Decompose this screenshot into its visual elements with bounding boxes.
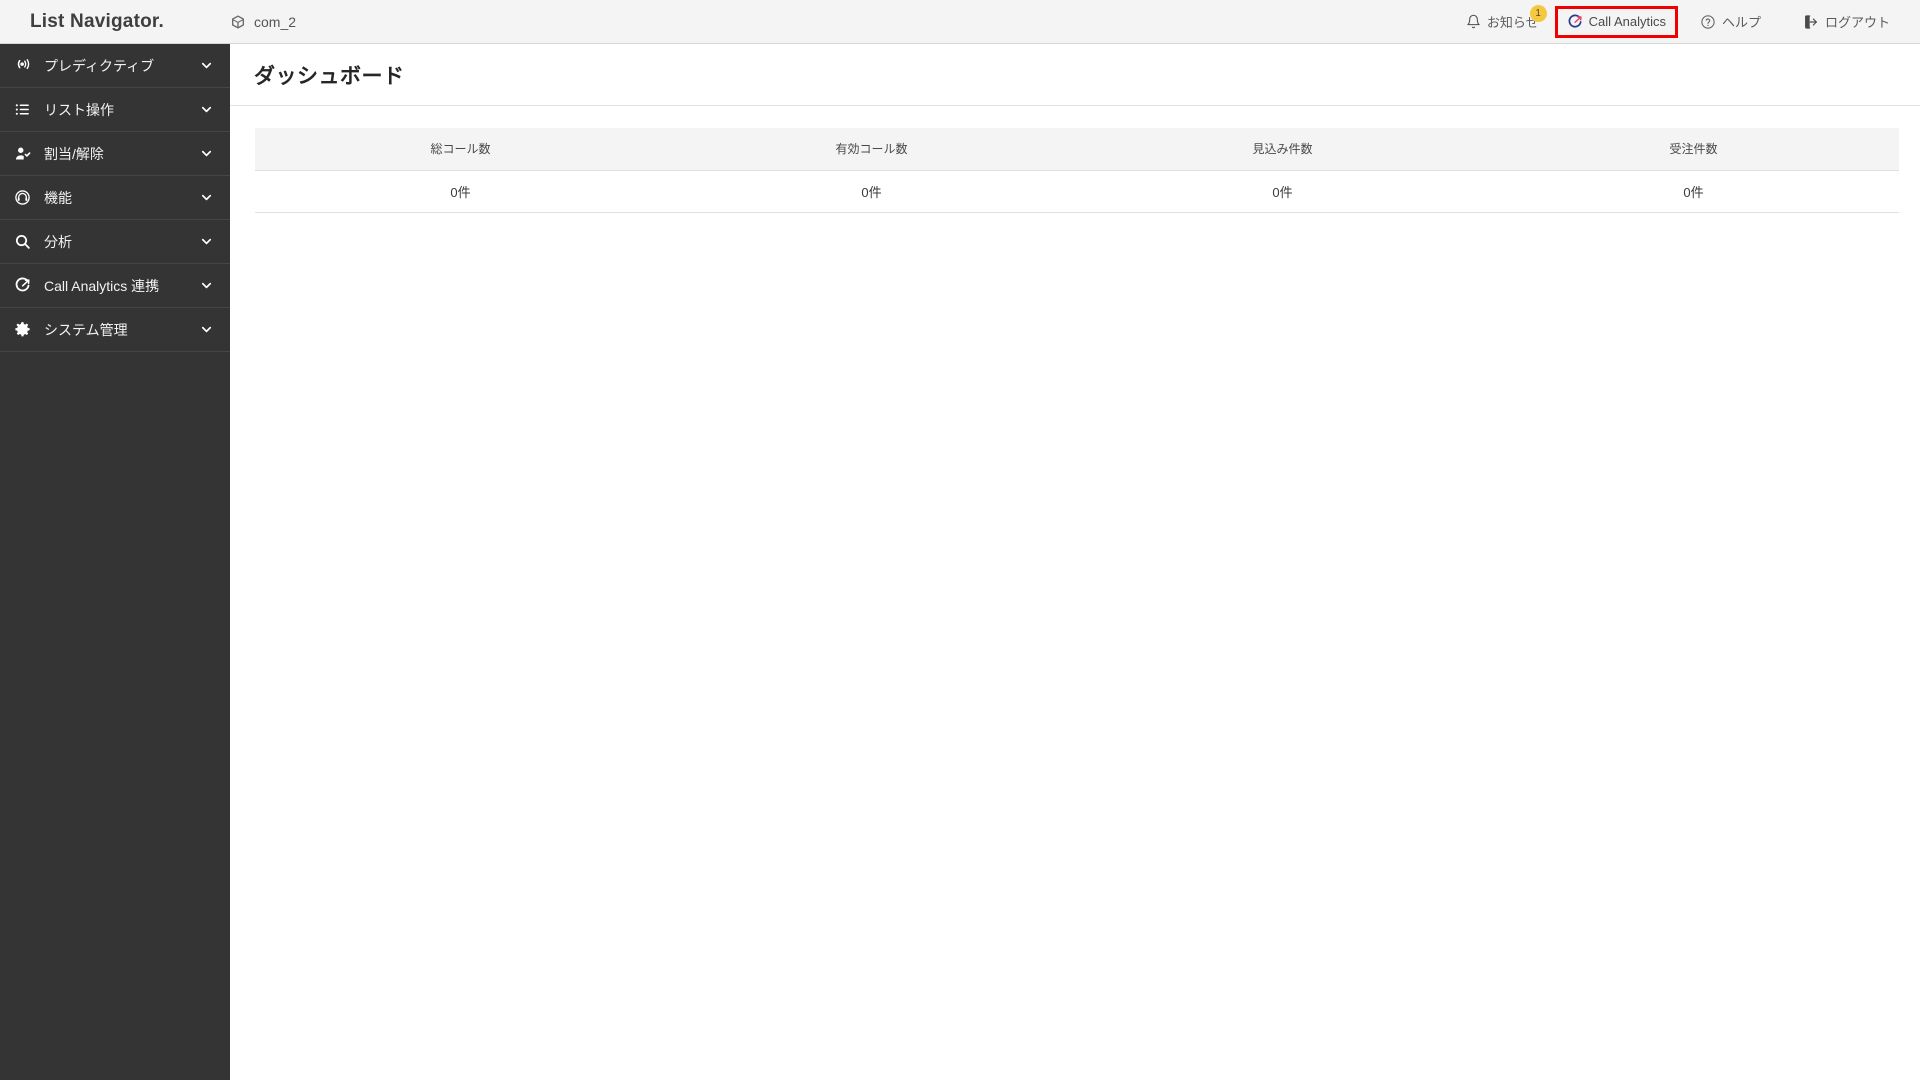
question-circle-icon	[1700, 14, 1716, 30]
logout-button[interactable]: ログアウト	[1793, 6, 1900, 37]
chevron-down-icon	[199, 234, 214, 249]
broadcast-icon	[14, 57, 40, 74]
gear-icon	[14, 321, 40, 338]
cell-total-calls: 0件	[255, 170, 666, 213]
sidebar-item-call-analytics-integration[interactable]: Call Analytics 連携	[0, 264, 230, 308]
chevron-down-icon	[199, 190, 214, 205]
chevron-down-icon	[199, 322, 214, 337]
cell-valid-calls: 0件	[666, 170, 1077, 213]
sidebar-item-list-operations[interactable]: リスト操作	[0, 88, 230, 132]
user-check-icon	[14, 145, 40, 163]
header-actions: お知らせ 1 Call Analytics ヘルプ ログアウト	[1456, 0, 1920, 44]
cube-icon	[230, 14, 246, 30]
sidebar-item-functions[interactable]: 機能	[0, 176, 230, 220]
chevron-down-icon	[199, 58, 214, 73]
sidebar-item-assignment[interactable]: 割当/解除	[0, 132, 230, 176]
chevron-down-icon	[199, 278, 214, 293]
sidebar-item-label: システム管理	[44, 321, 128, 338]
tenant-label: com_2	[254, 13, 297, 30]
call-analytics-label: Call Analytics	[1588, 14, 1666, 29]
notifications-button[interactable]: お知らせ 1	[1456, 5, 1549, 37]
cell-orders: 0件	[1488, 170, 1899, 213]
dashboard-table-wrapper: 総コール数 有効コール数 見込み件数 受注件数 0件 0件 0件 0件	[230, 106, 1920, 213]
column-header-orders: 受注件数	[1488, 128, 1899, 171]
call-analytics-button[interactable]: Call Analytics	[1554, 5, 1678, 38]
table-header: 総コール数 有効コール数 見込み件数 受注件数	[255, 128, 1899, 171]
chevron-down-icon	[199, 102, 214, 117]
call-analytics-icon	[14, 277, 40, 294]
sidebar-item-analysis[interactable]: 分析	[0, 220, 230, 264]
table-header-row: 総コール数 有効コール数 見込み件数 受注件数	[255, 128, 1899, 171]
notification-badge: 1	[1529, 5, 1547, 22]
sidebar-item-label: 分析	[44, 233, 72, 250]
sidebar-item-label: 機能	[44, 189, 72, 206]
column-header-prospects: 見込み件数	[1077, 128, 1488, 171]
tenant-selector[interactable]: com_2	[230, 14, 296, 30]
top-header-bar: List Navigator. com_2 お知らせ 1 Call Analyt…	[0, 0, 1920, 44]
help-label: ヘルプ	[1721, 15, 1761, 30]
table-row: 0件 0件 0件 0件	[255, 170, 1899, 213]
main-content: ダッシュボード 総コール数 有効コール数 見込み件数 受注件数 0件 0件 0件…	[230, 44, 1920, 1080]
sidebar-item-label: 割当/解除	[44, 145, 104, 162]
sidebar-item-predictive[interactable]: プレディクティブ	[0, 44, 230, 88]
table-body: 0件 0件 0件 0件	[255, 170, 1899, 213]
call-analytics-icon	[1567, 13, 1583, 30]
bell-icon	[1466, 14, 1481, 29]
chevron-down-icon	[199, 146, 214, 161]
logout-icon	[1803, 14, 1819, 30]
search-icon	[14, 233, 40, 250]
sidebar-item-label: Call Analytics 連携	[44, 277, 160, 294]
dashboard-kpi-table: 総コール数 有効コール数 見込み件数 受注件数 0件 0件 0件 0件	[255, 128, 1899, 213]
help-button[interactable]: ヘルプ	[1690, 6, 1771, 37]
sidebar-item-label: リスト操作	[44, 101, 114, 118]
list-icon	[14, 101, 40, 118]
app-logo[interactable]: List Navigator.	[0, 11, 230, 33]
column-header-total-calls: 総コール数	[255, 128, 666, 171]
page-title: ダッシュボード	[254, 65, 405, 88]
cell-prospects: 0件	[1077, 170, 1488, 213]
headset-icon	[14, 189, 40, 206]
sidebar-item-system-management[interactable]: システム管理	[0, 308, 230, 352]
sidebar-navigation: プレディクティブ リスト操作 割当/解除 機能 分析 Call Analytic…	[0, 44, 230, 1080]
column-header-valid-calls: 有効コール数	[666, 128, 1077, 171]
logout-label: ログアウト	[1824, 15, 1890, 30]
sidebar-item-label: プレディクティブ	[44, 57, 155, 74]
